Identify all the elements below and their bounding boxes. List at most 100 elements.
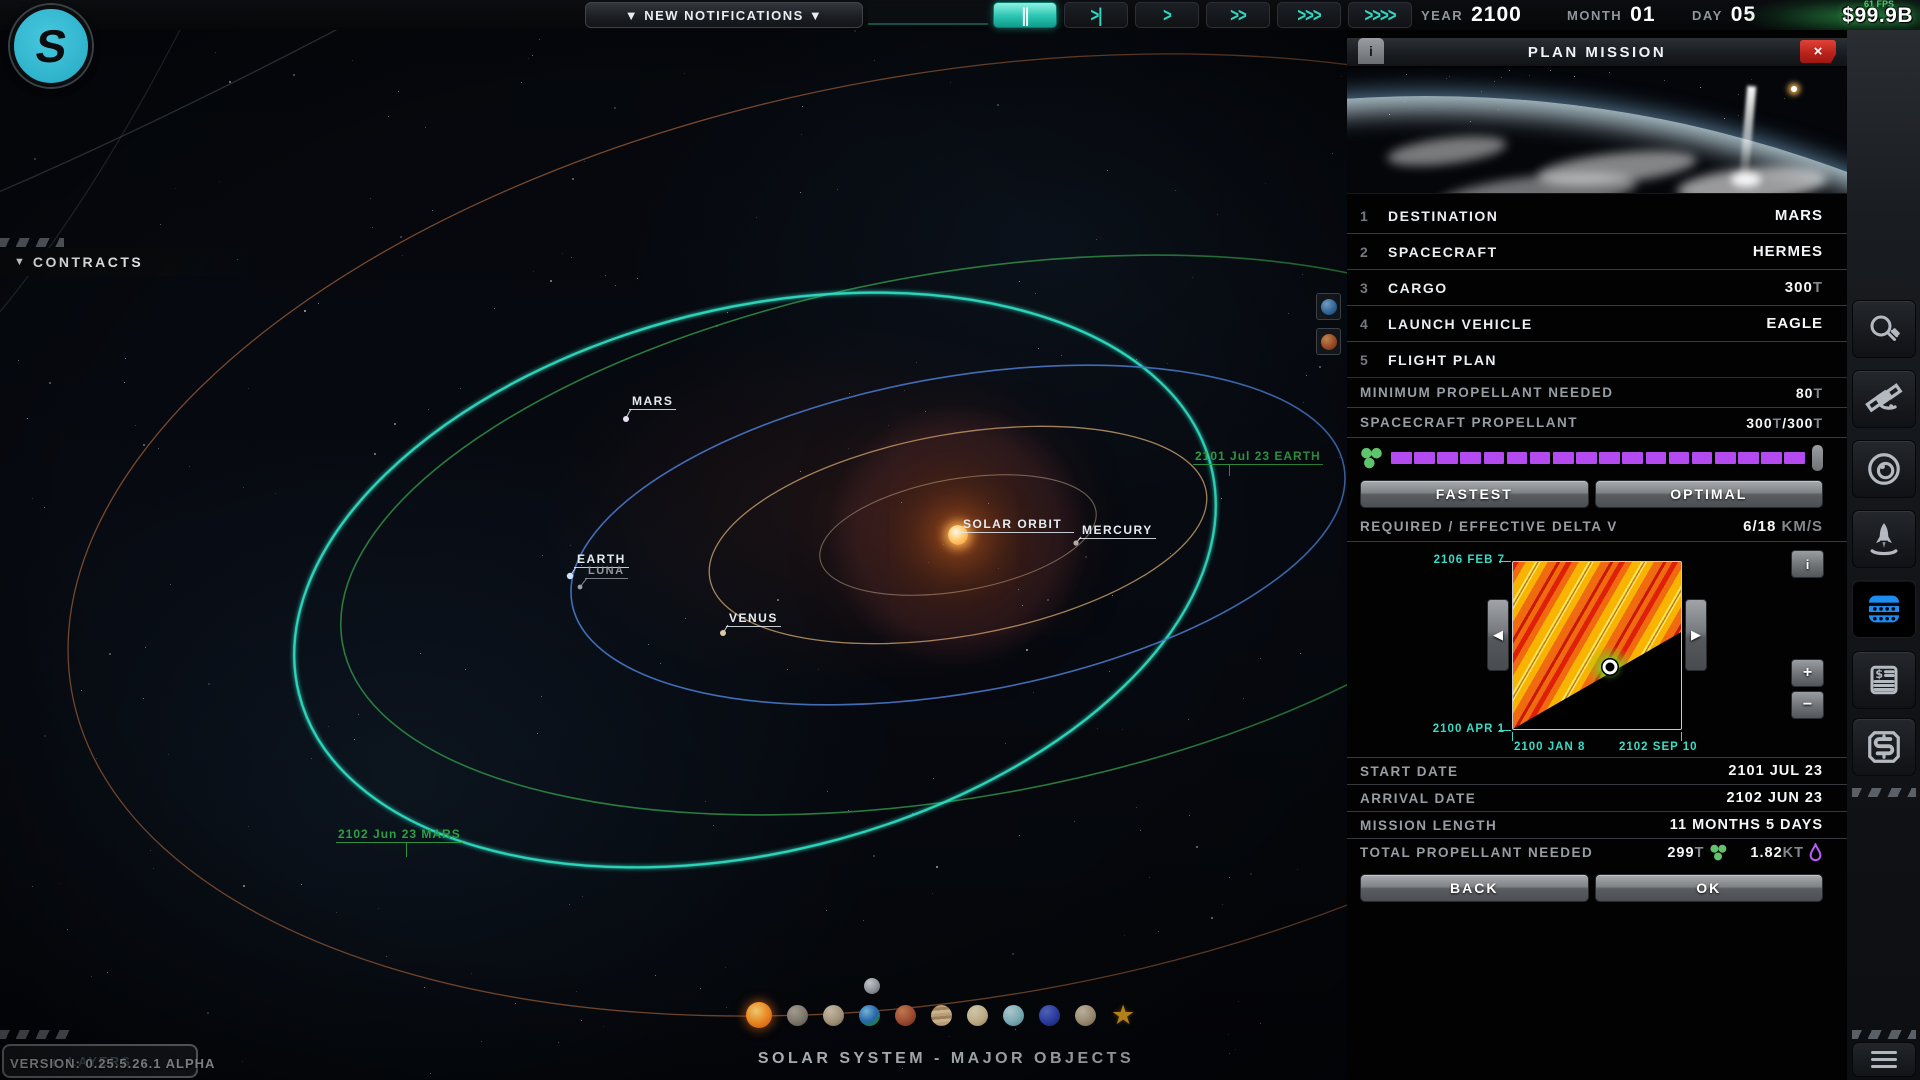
planet-bar-earth[interactable] [859, 1004, 880, 1026]
row-label: MINIMUM PROPELLANT NEEDED [1360, 385, 1614, 400]
launch-button[interactable] [1852, 510, 1916, 568]
map-shortcut-earth[interactable] [1316, 293, 1341, 320]
orbit-outer-tan [67, 53, 1347, 1017]
search-button[interactable] [1852, 300, 1916, 358]
top-bar: ▼ NEW NOTIFICATIONS ▼ || >| > >> >>> >>>… [0, 0, 1920, 30]
chevron-down-icon: ▼ [14, 256, 25, 268]
right-sidebar: $ [1847, 30, 1920, 1080]
departure-date-marker: 2101 Jul 23 EARTH [1193, 449, 1323, 476]
money-amount: $99.9B [1842, 4, 1913, 27]
planet-bar-sun[interactable] [746, 1002, 772, 1028]
menu-button[interactable] [1852, 1042, 1916, 1077]
row-label: TOTAL PROPELLANT NEEDED [1360, 845, 1594, 860]
luna-dot[interactable] [577, 584, 583, 590]
finance-report-icon: $ [1870, 665, 1898, 695]
venus-dot[interactable] [720, 630, 726, 636]
finance-button[interactable]: $ [1852, 651, 1916, 709]
earth-dot[interactable] [566, 572, 574, 580]
game-screen: MARS EARTH LUNA VENUS MERCURY SOLAR ORBI… [0, 0, 1920, 1080]
invalid-region [1513, 632, 1681, 729]
planet-bar-saturn[interactable] [967, 1004, 988, 1026]
fastest-forward-button[interactable]: >>>> [1348, 2, 1412, 28]
planet-bar-pluto[interactable] [1075, 1004, 1096, 1026]
planet-bar-neptune[interactable] [1039, 1004, 1060, 1026]
map-label-luna[interactable]: LUNA [585, 565, 628, 579]
step-row-cargo[interactable]: 3 CARGO 300T [1347, 270, 1847, 306]
hatch-decoration-bottom [0, 1030, 74, 1039]
map-label-venus[interactable]: VENUS [726, 611, 781, 627]
map-label-solar-orbit[interactable]: SOLAR ORBIT [960, 517, 1075, 533]
step-row-launch-vehicle[interactable]: 4 LAUNCH VEHICLE EAGLE [1347, 306, 1847, 342]
planet-bar-moon[interactable] [864, 978, 880, 994]
step-number: 4 [1360, 315, 1368, 332]
porkchop-info-button[interactable]: i [1791, 550, 1824, 578]
planet-bar-mars[interactable] [895, 1004, 916, 1026]
transfer-trajectory [293, 291, 1217, 869]
row-label: START DATE [1360, 763, 1459, 779]
propellant-icon [1710, 844, 1727, 861]
min-propellant-row: MINIMUM PROPELLANT NEEDED 80T [1347, 378, 1847, 408]
optimal-button[interactable]: OPTIMAL [1594, 480, 1823, 508]
propellant-gauge-segments[interactable] [1391, 452, 1806, 464]
planet-bar-uranus[interactable] [1003, 1004, 1024, 1026]
delta-v-row: REQUIRED / EFFECTIVE DELTA V 6/18 KM/S [1347, 512, 1847, 542]
zoom-in-button[interactable]: + [1791, 659, 1824, 687]
row-value: 11 MONTHS 5 DAYS [1669, 817, 1823, 833]
orbit-mars [340, 254, 1347, 816]
company-button[interactable] [1852, 718, 1916, 776]
info-button[interactable]: i [1358, 38, 1384, 64]
row-value: 2101 JUL 23 [1728, 763, 1823, 779]
step-label: SPACECRAFT [1388, 243, 1498, 260]
propellant-slider-handle[interactable] [1812, 445, 1823, 471]
hamburger-icon [1871, 1051, 1897, 1054]
mars-dot[interactable] [623, 416, 629, 422]
porkchop-plot[interactable] [1512, 561, 1682, 730]
map-shortcut-mars[interactable] [1316, 328, 1341, 355]
satellite-icon [1865, 383, 1903, 413]
step-row-destination[interactable]: 1 DESTINATION MARS [1347, 198, 1847, 234]
step-number: 3 [1360, 279, 1368, 296]
clock-month: MONTH 01 [1567, 3, 1656, 26]
favorites-star-icon[interactable]: ★ [1111, 1001, 1135, 1028]
map-label-mars[interactable]: MARS [629, 394, 677, 410]
svg-text:$: $ [1875, 668, 1883, 681]
step-label: DESTINATION [1388, 207, 1499, 224]
play-button[interactable]: > [1135, 2, 1199, 28]
prev-window-button[interactable]: ◀ [1487, 599, 1509, 671]
porkchop-y-max-label: 2106 FEB 7 [1433, 554, 1505, 566]
step-row-flight-plan[interactable]: 5 FLIGHT PLAN [1347, 342, 1847, 378]
earth-thumb-icon [1320, 298, 1337, 315]
rocket-plume-base [1731, 172, 1761, 187]
start-date-row: START DATE 2101 JUL 23 [1347, 758, 1847, 785]
ok-button[interactable]: OK [1594, 874, 1823, 902]
selected-transfer-marker[interactable] [1602, 659, 1618, 675]
step-button[interactable]: >| [1064, 2, 1128, 28]
missions-button-active[interactable] [1852, 580, 1916, 638]
next-window-button[interactable]: ▶ [1685, 599, 1707, 671]
orbits-button[interactable] [1852, 440, 1916, 498]
plan-mission-panel: i PLAN MISSION × 1 DESTINATION MARS 2 SP… [1347, 30, 1847, 1080]
company-logo[interactable]: S [10, 5, 92, 87]
zoom-out-button[interactable]: − [1791, 691, 1824, 719]
notifications-button[interactable]: ▼ NEW NOTIFICATIONS ▼ [585, 2, 863, 28]
mars-thumb-icon [1320, 333, 1337, 350]
version-text: VERSION: 0.25.5.26.1 ALPHA [10, 1056, 216, 1071]
planet-bar-venus[interactable] [823, 1004, 844, 1026]
fast-forward-button[interactable]: >> [1206, 2, 1270, 28]
row-value: 80T [1795, 384, 1823, 401]
pause-button[interactable]: || [993, 2, 1057, 28]
satellites-button[interactable] [1852, 370, 1916, 428]
planet-bar-jupiter[interactable] [931, 1004, 952, 1026]
planet-bar-mercury[interactable] [787, 1004, 808, 1026]
step-row-spacecraft[interactable]: 2 SPACECRAFT HERMES [1347, 234, 1847, 270]
fastest-button[interactable]: FASTEST [1360, 480, 1589, 508]
close-icon[interactable]: × [1800, 40, 1836, 63]
step-number: 1 [1360, 207, 1368, 224]
map-caption: SOLAR SYSTEM - MAJOR OBJECTS [757, 1050, 1135, 1067]
solar-system-map[interactable]: MARS EARTH LUNA VENUS MERCURY SOLAR ORBI… [0, 0, 1347, 1080]
faster-forward-button[interactable]: >>> [1277, 2, 1341, 28]
back-button[interactable]: BACK [1360, 874, 1589, 902]
map-label-mercury[interactable]: MERCURY [1079, 523, 1156, 539]
left-arrow-icon: ◀ [1493, 627, 1503, 642]
contracts-header[interactable]: ▼ CONTRACTS [0, 248, 260, 276]
